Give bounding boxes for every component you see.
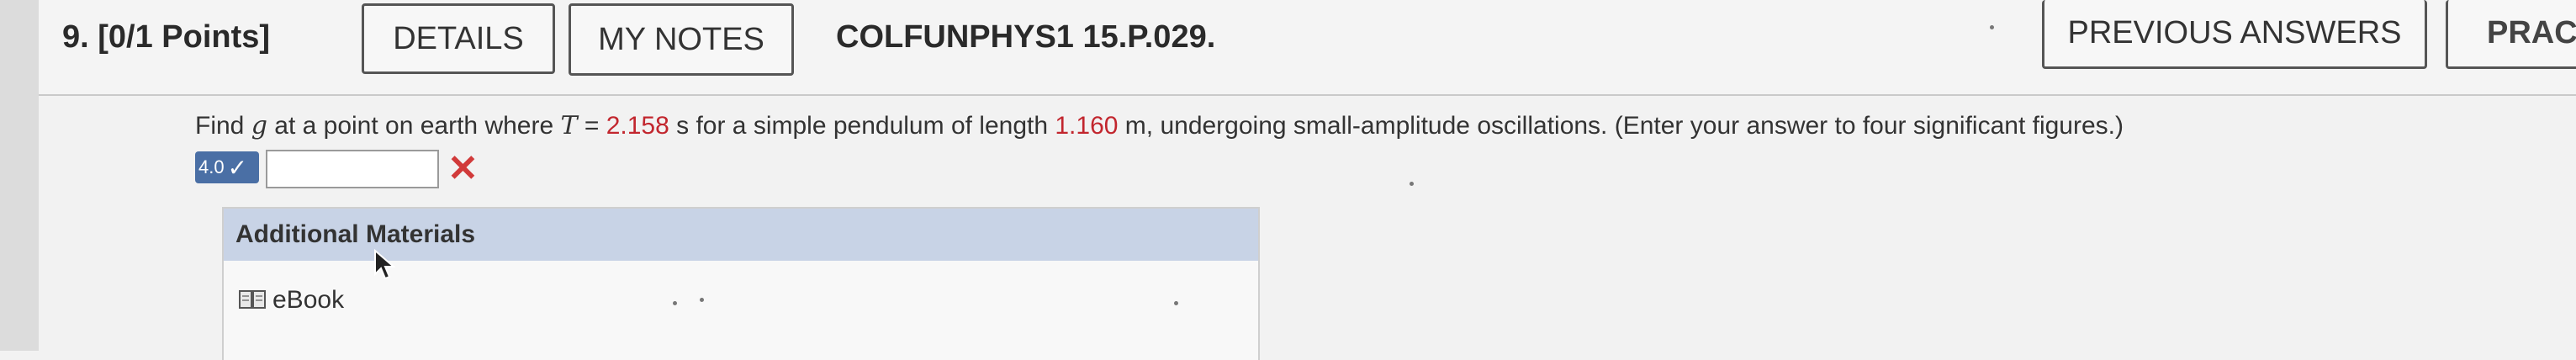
ebook-label: eBook bbox=[272, 286, 345, 314]
incorrect-icon: ✕ bbox=[447, 148, 479, 189]
additional-materials-panel: Additional Materials eBook bbox=[222, 207, 1260, 360]
question-text-part: m, undergoing small-amplitude oscillatio… bbox=[1118, 112, 2124, 140]
question-text-part: Find bbox=[195, 112, 251, 140]
details-button[interactable]: DETAILS bbox=[362, 3, 555, 74]
period-value: 2.158 bbox=[606, 112, 669, 140]
length-value: 1.160 bbox=[1055, 112, 1119, 140]
score-badge: 4.0 ✓ bbox=[195, 151, 259, 183]
problem-code: COLFUNPHYS1 15.P.029. bbox=[836, 19, 1216, 55]
my-notes-button[interactable]: MY NOTES bbox=[569, 3, 794, 76]
decorative-dot bbox=[1990, 25, 1994, 29]
ebook-link[interactable]: eBook bbox=[239, 286, 344, 315]
question-text-part: s for a simple pendulum of length bbox=[669, 112, 1055, 140]
variable-g: g bbox=[251, 111, 267, 140]
practice-button[interactable]: PRACT bbox=[2446, 0, 2576, 69]
decorative-dot bbox=[1410, 182, 1414, 186]
decorative-dot bbox=[1174, 301, 1178, 305]
question-text-part: = bbox=[577, 112, 606, 140]
left-gutter bbox=[0, 0, 39, 351]
question-text-part: at a point on earth where bbox=[267, 112, 561, 140]
decorative-dot bbox=[673, 301, 677, 305]
variable-t: T bbox=[560, 111, 578, 140]
question-number: 9. [0/1 Points] bbox=[62, 19, 271, 55]
decorative-dot bbox=[700, 298, 704, 302]
previous-answers-button[interactable]: PREVIOUS ANSWERS bbox=[2042, 0, 2427, 69]
answer-input[interactable] bbox=[266, 150, 439, 188]
book-icon bbox=[239, 290, 266, 309]
mouse-cursor-icon bbox=[374, 249, 396, 280]
question-text: Find g at a point on earth where T = 2.1… bbox=[195, 109, 2124, 143]
check-icon: ✓ bbox=[227, 154, 248, 181]
badge-text: 4.0 bbox=[198, 156, 225, 177]
